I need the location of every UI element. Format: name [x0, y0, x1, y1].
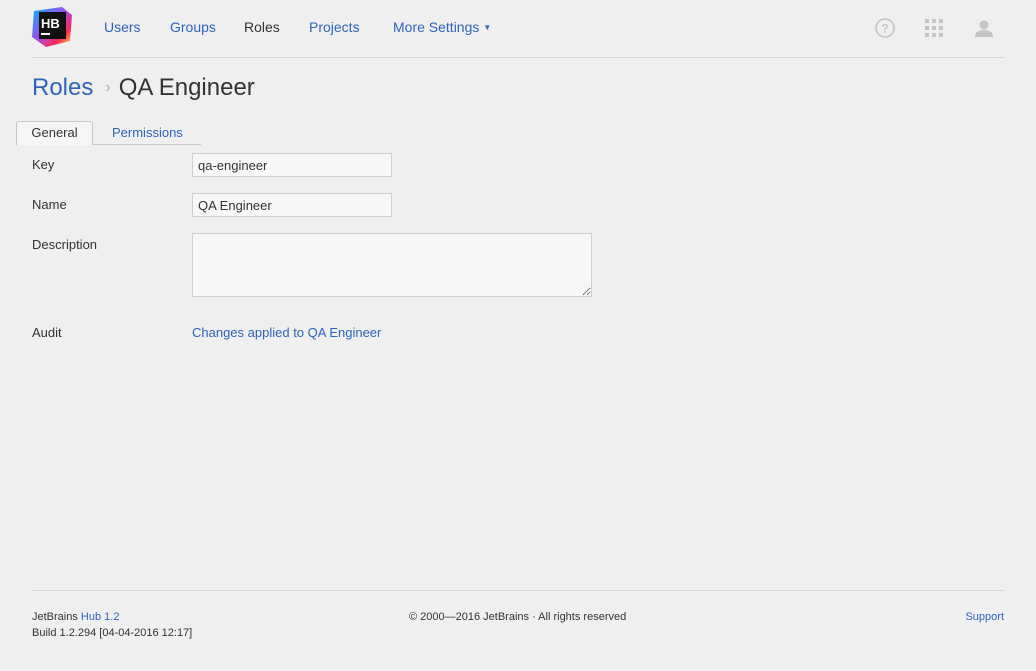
name-label: Name: [32, 197, 67, 212]
user-avatar-icon[interactable]: [973, 17, 995, 39]
description-label: Description: [32, 237, 98, 252]
caret-down-icon: ▼: [483, 23, 492, 32]
apps-grid-icon[interactable]: [923, 17, 945, 39]
footer-product-link[interactable]: Hub 1.2: [81, 611, 120, 623]
description-textarea[interactable]: [192, 233, 592, 297]
nav-more-settings-label: More Settings: [393, 19, 480, 35]
nav-groups[interactable]: Groups: [170, 18, 216, 36]
nav-roles[interactable]: Roles: [244, 18, 280, 36]
nav-users[interactable]: Users: [104, 18, 141, 36]
breadcrumb-separator: ›: [105, 79, 111, 96]
footer: JetBrains Hub 1.2 Build 1.2.294 [04-04-2…: [32, 590, 1004, 651]
footer-build-info: JetBrains Hub 1.2 Build 1.2.294 [04-04-2…: [32, 609, 192, 641]
audit-label: Audit: [32, 325, 62, 340]
top-header: HB Users Groups Roles Projects More Sett…: [32, 0, 1004, 58]
svg-text:HB: HB: [41, 16, 60, 31]
svg-text:?: ?: [881, 22, 888, 36]
tab-permissions[interactable]: Permissions: [112, 125, 183, 140]
tab-general[interactable]: General: [16, 121, 93, 145]
nav-more-settings[interactable]: More Settings ▼: [393, 18, 491, 37]
hub-logo[interactable]: HB: [32, 7, 72, 47]
header-icons: ?: [874, 17, 1004, 39]
key-input[interactable]: [192, 153, 392, 177]
page-title: Roles › QA Engineer: [32, 73, 255, 103]
key-label: Key: [32, 157, 55, 172]
help-icon[interactable]: ?: [874, 17, 896, 39]
name-input[interactable]: [192, 193, 392, 217]
nav-projects[interactable]: Projects: [309, 18, 360, 36]
footer-brand: JetBrains: [32, 611, 78, 623]
audit-changes-link[interactable]: Changes applied to QA Engineer: [192, 325, 381, 341]
footer-build: Build 1.2.294 [04-04-2016 12:17]: [32, 627, 193, 639]
footer-support-link[interactable]: Support: [965, 609, 1004, 625]
footer-copyright: © 2000—2016 JetBrains · All rights reser…: [409, 611, 627, 623]
breadcrumb-roles[interactable]: Roles: [32, 74, 93, 101]
tab-bar: General Permissions: [16, 121, 201, 145]
breadcrumb-current: QA Engineer: [118, 74, 255, 101]
